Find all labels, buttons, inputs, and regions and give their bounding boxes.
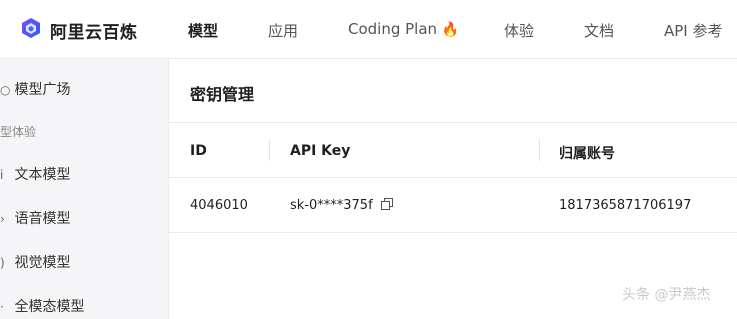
- column-separator: [269, 139, 270, 161]
- sidebar-item-label: 视觉模型: [14, 255, 71, 271]
- nav-item-coding-plan-label: Coding Plan: [348, 20, 438, 38]
- page-title: 密钥管理: [190, 85, 255, 104]
- column-header-account: 归属账号: [559, 146, 615, 162]
- column-separator: [539, 139, 540, 161]
- row-api-key: sk-0****375f: [290, 198, 393, 213]
- sidebar-item-omni-models[interactable]: · 全模态模型: [0, 296, 84, 316]
- watermark: 头条 @尹燕杰: [622, 287, 711, 303]
- sidebar-item-voice-models[interactable]: › 语音模型: [0, 208, 70, 228]
- top-navigation-bar: 阿里云百炼 模型 应用 Coding Plan 🔥 体验 文档 API 参考: [0, 0, 737, 59]
- row-id: 4046010: [190, 198, 248, 213]
- omni-icon: ·: [0, 300, 4, 314]
- nav-item-coding-plan[interactable]: Coding Plan 🔥: [348, 20, 459, 38]
- nav-item-models[interactable]: 模型: [188, 20, 218, 41]
- title-divider: [169, 122, 737, 123]
- row-divider: [169, 232, 737, 233]
- copy-icon[interactable]: [380, 198, 393, 210]
- nav-item-api-reference[interactable]: API 参考: [664, 20, 723, 41]
- voice-icon: ›: [0, 212, 5, 226]
- bailian-logo-icon: [22, 18, 40, 38]
- text-icon: ⅰ: [0, 168, 4, 182]
- nav-item-experience[interactable]: 体验: [504, 20, 534, 41]
- row-account: 1817365871706197: [559, 198, 692, 213]
- nav-item-docs[interactable]: 文档: [584, 20, 614, 41]
- sidebar-item-text-models[interactable]: ⅰ 文本模型: [0, 164, 70, 184]
- brand-name[interactable]: 阿里云百炼: [50, 18, 138, 43]
- sidebar-item-vision-models[interactable]: ) 视觉模型: [0, 252, 70, 272]
- column-header-id: ID: [190, 143, 207, 159]
- key-management-panel: 密钥管理 ID API Key 归属账号 4046010 sk-0****375…: [168, 59, 737, 319]
- sidebar-item-model-square[interactable]: ○ 模型广场: [0, 79, 70, 99]
- sidebar-item-label: 语音模型: [14, 211, 71, 227]
- api-key-value: sk-0****375f: [290, 198, 373, 213]
- header-divider: [169, 177, 737, 178]
- column-header-api-key: API Key: [290, 143, 351, 159]
- model-square-icon: ○: [0, 83, 11, 97]
- nav-item-apps[interactable]: 应用: [268, 20, 298, 41]
- sidebar-item-label: 全模态模型: [14, 299, 85, 315]
- vision-icon: ): [0, 256, 5, 270]
- sidebar: ○ 模型广场 型体验 ⅰ 文本模型 › 语音模型 ) 视觉模型 · 全模态模型: [0, 59, 168, 319]
- sidebar-item-label: 文本模型: [14, 167, 71, 183]
- sidebar-group-label: 型体验: [0, 125, 37, 139]
- fire-icon: 🔥: [441, 22, 460, 38]
- sidebar-item-label: 模型广场: [14, 82, 71, 98]
